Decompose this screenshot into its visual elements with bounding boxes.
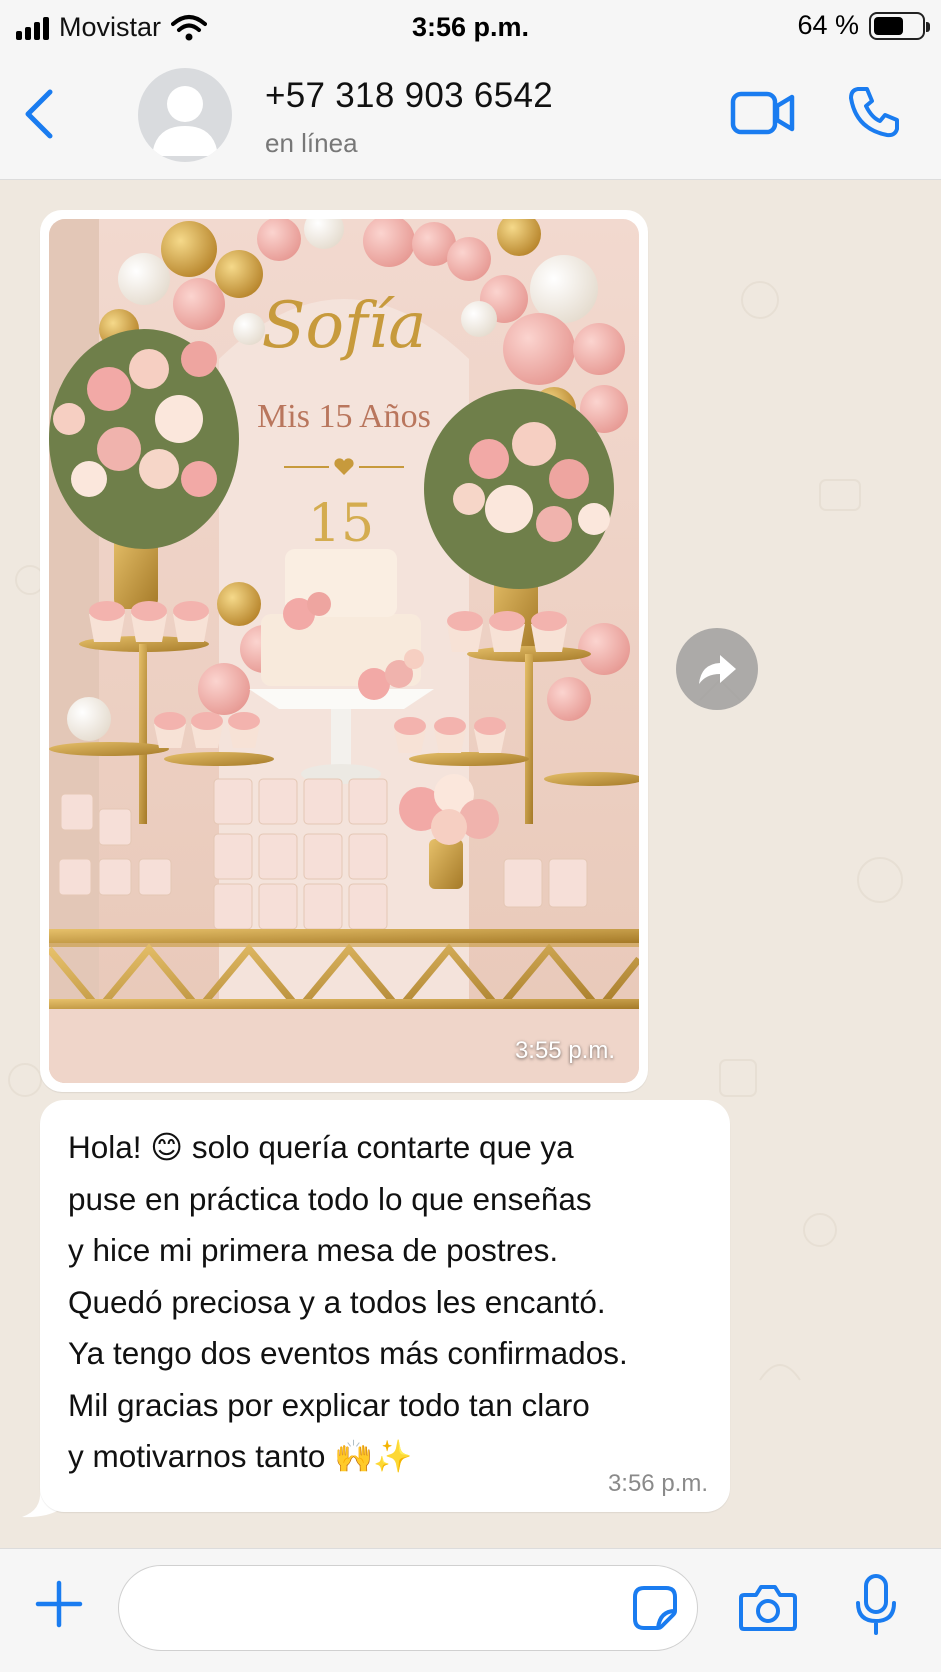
message-line: puse en práctica todo lo que enseñas bbox=[68, 1180, 592, 1217]
status-right: 64 % bbox=[797, 10, 930, 41]
camera-icon[interactable] bbox=[738, 1581, 798, 1633]
dessert-table-photo[interactable]: Sofía Mis 15 Años 15 3:55 p.m. bbox=[49, 219, 639, 1083]
status-bar: Movistar 3:56 p.m. 64 % bbox=[0, 0, 941, 56]
message-timestamp: 3:56 p.m. bbox=[607, 1470, 708, 1497]
image-message[interactable]: Sofía Mis 15 Años 15 3:55 p.m. bbox=[40, 210, 648, 1092]
message-line: Ya tengo dos eventos más confirmados. bbox=[68, 1335, 628, 1371]
message-line: Hola! 😊 solo quería contarte que ya bbox=[68, 1129, 574, 1165]
chat-area[interactable]: Sofía Mis 15 Años 15 3:55 p.m. Hola! 😊 s… bbox=[0, 180, 941, 1548]
forward-icon bbox=[699, 655, 736, 684]
avatar-icon[interactable] bbox=[138, 68, 232, 162]
svg-text:15: 15 bbox=[308, 494, 374, 554]
message-line: Mil gracias por explicar todo tan claro bbox=[68, 1386, 590, 1423]
text-message[interactable]: Hola! 😊 solo quería contarte que ya puse… bbox=[40, 1100, 730, 1512]
input-bar bbox=[0, 1548, 941, 1672]
battery-fill bbox=[874, 16, 904, 35]
photo-illustration: Sofía Mis 15 Años 15 bbox=[49, 219, 639, 1083]
phone-icon[interactable] bbox=[846, 84, 902, 140]
plus-icon[interactable] bbox=[34, 1579, 84, 1629]
forward-button[interactable] bbox=[676, 628, 758, 710]
image-timestamp: 3:55 p.m. bbox=[514, 1037, 615, 1064]
sticker-icon[interactable] bbox=[632, 1585, 678, 1631]
battery-icon bbox=[869, 11, 930, 40]
contact-status: en línea bbox=[265, 128, 358, 158]
message-input[interactable] bbox=[118, 1565, 698, 1651]
chat-header: +57 318 903 6542 en línea bbox=[0, 56, 941, 180]
mic-icon[interactable] bbox=[854, 1573, 898, 1637]
battery-percent: 64 % bbox=[797, 10, 859, 40]
svg-text:Sofía: Sofía bbox=[262, 289, 427, 363]
contact-name[interactable]: +57 318 903 6542 bbox=[265, 76, 553, 116]
message-line: y hice mi primera mesa de postres. bbox=[68, 1232, 559, 1268]
svg-text:Mis 15 Años: Mis 15 Años bbox=[257, 398, 431, 435]
message-line: Quedó preciosa y a todos les encantó. bbox=[68, 1283, 606, 1320]
message-line: y motivarnos tanto 🙌✨ bbox=[68, 1438, 413, 1474]
video-call-icon[interactable] bbox=[730, 88, 796, 138]
back-icon[interactable] bbox=[20, 86, 60, 142]
